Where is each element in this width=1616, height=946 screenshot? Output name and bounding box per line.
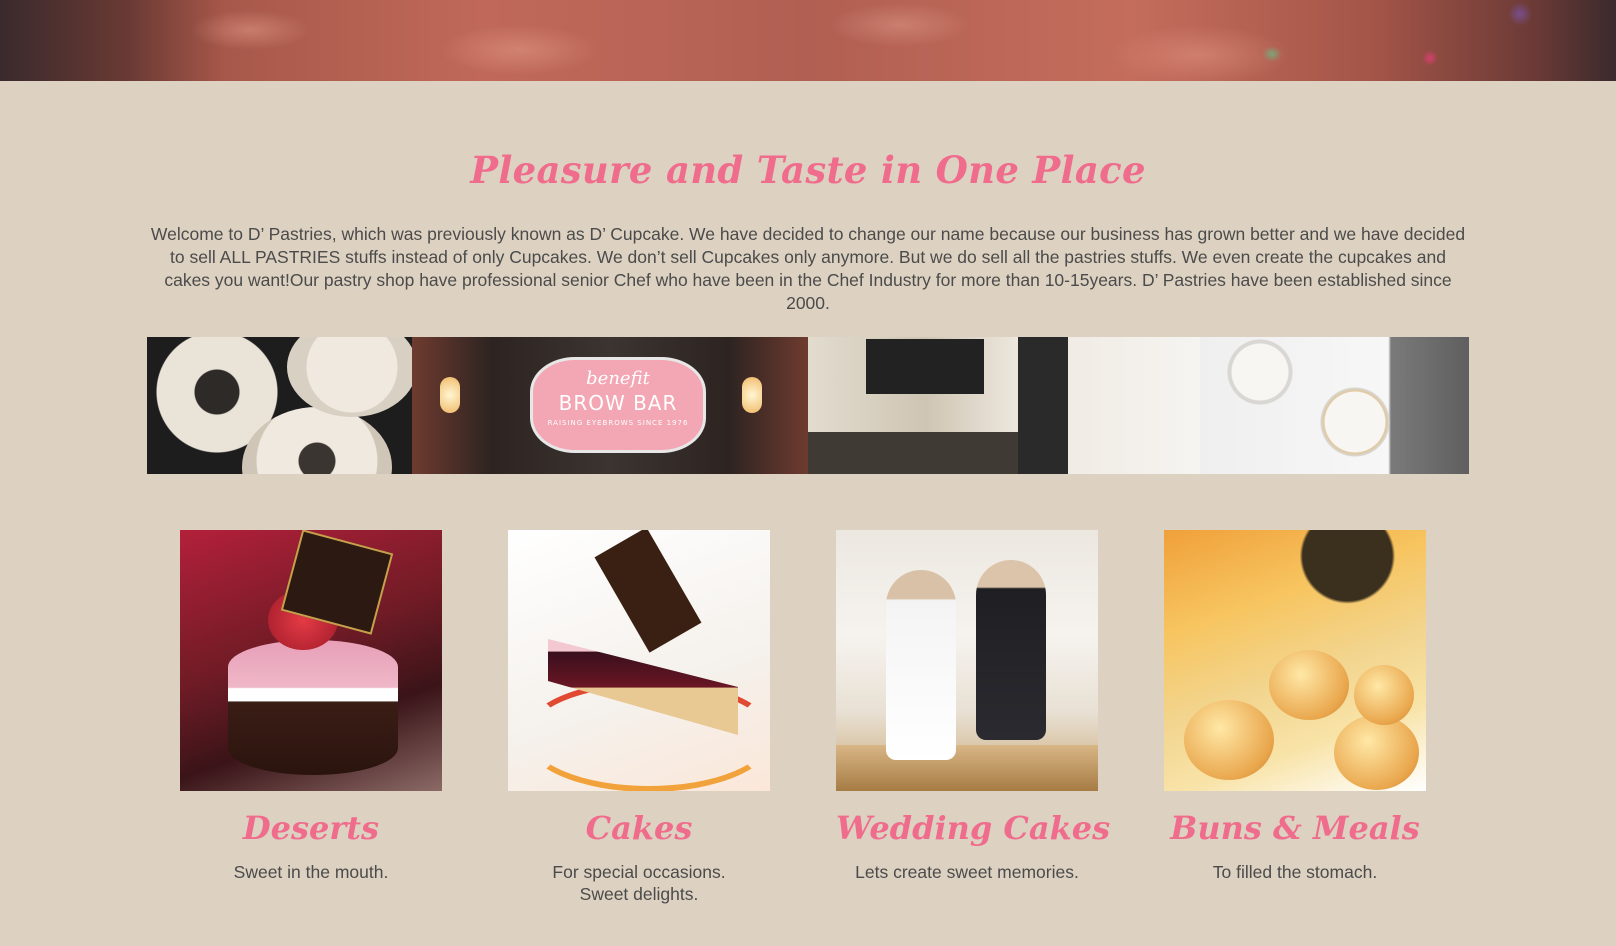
category-description: Lets create sweet memories. — [855, 862, 1079, 882]
section-title: Pleasure and Taste in One Place — [470, 148, 1146, 192]
pastry-shop-interior-photo — [808, 337, 1200, 474]
intro-paragraph: Welcome to D’ Pastries, which was previo… — [150, 224, 1466, 313]
wedding-cakes-photo[interactable] — [836, 530, 1098, 791]
cakes-photo[interactable] — [508, 530, 770, 791]
deserts-photo[interactable] — [180, 530, 442, 791]
category-card-buns-meals[interactable]: Buns & Meals To filled the stomach. — [1164, 530, 1426, 883]
category-description: Sweet in the mouth. — [233, 862, 389, 882]
photo-gallery-strip: benefit BROW BAR RAISING EYEBROWS SINCE … — [147, 337, 1469, 474]
category-card-deserts[interactable]: Deserts Sweet in the mouth. — [180, 530, 442, 883]
category-title[interactable]: Wedding Cakes — [836, 809, 1110, 847]
category-description: To filled the stomach. — [1212, 862, 1378, 882]
latte-table-photo — [1200, 337, 1469, 474]
category-title[interactable]: Deserts — [180, 809, 442, 847]
category-title[interactable]: Cakes — [508, 809, 770, 847]
category-card-cakes[interactable]: Cakes For special occasions. Sweet delig… — [508, 530, 770, 905]
coffee-cups-photo — [147, 337, 412, 474]
category-card-wedding-cakes[interactable]: Wedding Cakes Lets create sweet memories… — [836, 530, 1110, 883]
buns-meals-photo[interactable] — [1164, 530, 1426, 791]
category-title[interactable]: Buns & Meals — [1164, 809, 1426, 847]
hero-banner-image — [0, 0, 1616, 81]
category-description: For special occasions. Sweet delights. — [552, 862, 726, 904]
brow-bar-sign: benefit BROW BAR RAISING EYEBROWS SINCE … — [530, 357, 706, 453]
brow-bar-sign-photo: benefit BROW BAR RAISING EYEBROWS SINCE … — [412, 337, 808, 474]
